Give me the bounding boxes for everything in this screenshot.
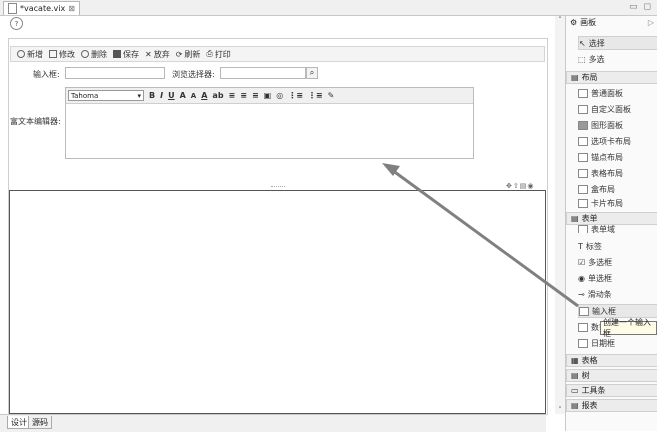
drag-arrow-line (391, 168, 579, 308)
drag-arrow (382, 163, 579, 308)
